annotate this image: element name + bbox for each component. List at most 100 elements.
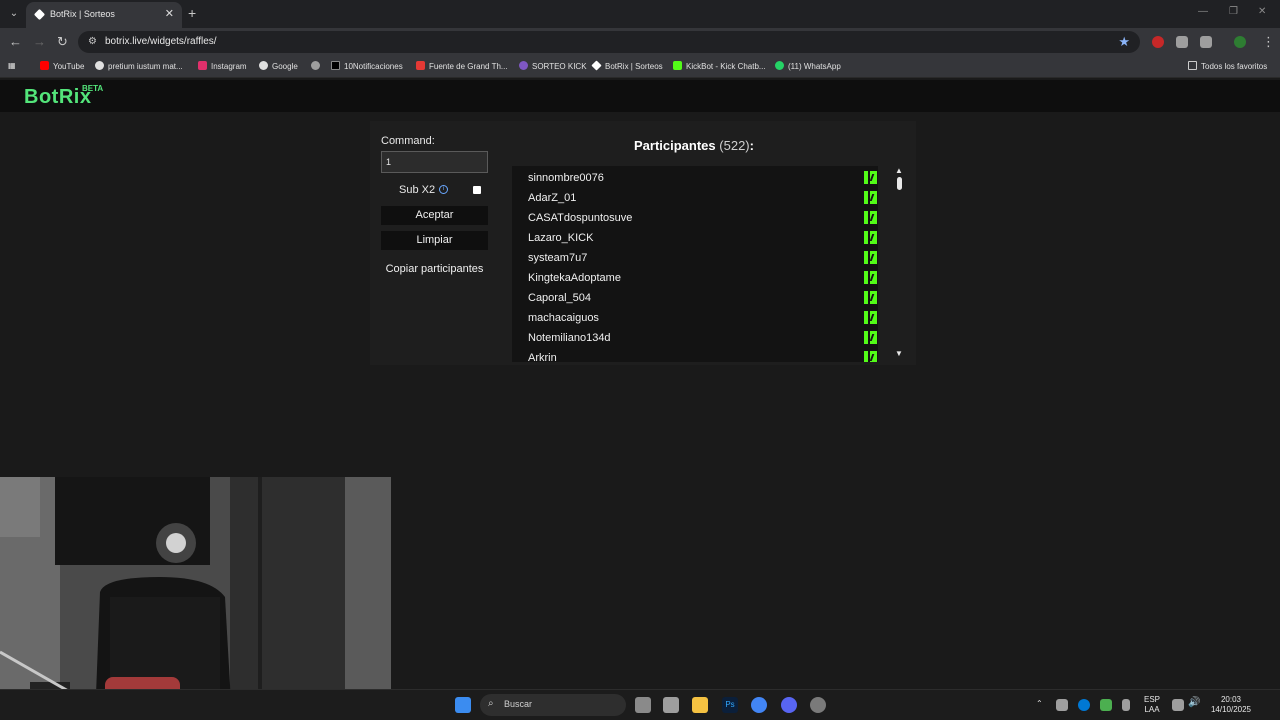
kick-icon — [864, 231, 877, 244]
security-icon[interactable] — [1100, 699, 1112, 711]
command-label: Command: — [381, 135, 435, 147]
list-item: Caporal_504 — [528, 288, 878, 308]
bookmark-sorteo-kick[interactable]: SORTEO KICK — [519, 61, 587, 71]
kick-icon — [864, 331, 877, 344]
kick-icon — [864, 171, 877, 184]
sub-x2-checkbox[interactable] — [473, 186, 481, 194]
maximize-icon[interactable]: ❐ — [1229, 6, 1238, 17]
new-tab-icon[interactable]: + — [188, 5, 196, 21]
app-icon[interactable] — [663, 697, 679, 713]
extension-icon[interactable] — [1152, 36, 1164, 48]
participants-title: Participantes (522): — [634, 138, 754, 153]
windows-start-icon[interactable] — [455, 697, 471, 713]
participant-name: Notemiliano134d — [528, 332, 611, 344]
tab-strip: ⌄ BotRix | Sorteos ✕ + — ❐ ✕ — [0, 0, 1280, 28]
font-icon — [416, 61, 425, 70]
browser-tab[interactable]: BotRix | Sorteos ✕ — [26, 2, 182, 28]
participant-name: systeam7u7 — [528, 252, 588, 264]
onedrive-icon[interactable] — [1078, 699, 1090, 711]
discord-icon[interactable] — [781, 697, 797, 713]
bookmark-star-icon[interactable]: ★ — [1118, 34, 1130, 50]
all-bookmarks[interactable]: Todos los favoritos — [1188, 61, 1267, 71]
photoshop-icon[interactable]: Ps — [722, 697, 738, 713]
scroll-down-arrow-icon[interactable]: ▼ — [895, 349, 903, 358]
bookmark-globe[interactable] — [311, 61, 324, 71]
copy-participants-button[interactable]: Copiar participantes — [381, 260, 488, 279]
accept-button[interactable]: Aceptar — [381, 206, 488, 225]
language-indicator[interactable]: ESP LAA — [1140, 695, 1164, 715]
address-bar[interactable]: ⚙ botrix.live/widgets/raffles/ ★ — [78, 31, 1140, 53]
apps-grid-icon[interactable]: ▦ — [8, 61, 16, 70]
list-item: Arkrin — [528, 348, 878, 362]
clear-button[interactable]: Limpiar — [381, 231, 488, 250]
tray-chevron-icon[interactable]: ⌃ — [1036, 699, 1043, 709]
clock[interactable]: 20:03 14/10/2025 — [1208, 695, 1254, 715]
taskbar-search[interactable]: ⌕ Buscar — [480, 694, 626, 716]
list-item: Notemiliano134d — [528, 328, 878, 348]
task-view-icon[interactable] — [635, 697, 651, 713]
search-placeholder: Buscar — [504, 699, 533, 709]
raffle-panel: Command: Sub X2 i Aceptar Limpiar Copiar… — [370, 121, 916, 365]
participant-name: sinnombre0076 — [528, 172, 604, 184]
kick-icon — [864, 291, 877, 304]
tray-icon[interactable] — [1056, 699, 1068, 711]
list-item: sinnombre0076 — [528, 168, 878, 188]
bookmark-fuente[interactable]: Fuente de Grand Th... — [416, 61, 508, 71]
profile-avatar[interactable] — [1234, 36, 1246, 48]
network-icon[interactable] — [1172, 699, 1184, 711]
bookmark-kickbot[interactable]: KickBot - Kick Chatb... — [673, 61, 766, 71]
participants-list[interactable]: sinnombre0076 AdarZ_01 CASATdospuntosuve… — [512, 166, 878, 362]
kick-icon — [864, 271, 877, 284]
tab-close-icon[interactable]: ✕ — [165, 7, 174, 20]
participant-name: Caporal_504 — [528, 292, 591, 304]
participant-name: Lazaro_KICK — [528, 232, 594, 244]
globe-icon — [311, 61, 320, 70]
whatsapp-icon — [775, 61, 784, 70]
scrollbar-thumb[interactable] — [897, 177, 902, 190]
botrix-favicon-icon — [33, 8, 46, 21]
site-info-icon[interactable]: ⚙ — [88, 36, 100, 48]
forward-icon[interactable]: → — [33, 34, 46, 49]
app-icon[interactable] — [810, 697, 826, 713]
participant-name: machacaiguos — [528, 312, 599, 324]
bookmark-youtube[interactable]: YouTube — [40, 61, 84, 71]
taskbar: ⌕ Buscar Ps ⌃ ESP LAA 🔊 20:03 14/10/2025 — [0, 689, 1280, 720]
extensions-puzzle-icon[interactable] — [1200, 36, 1212, 48]
file-explorer-icon[interactable] — [692, 697, 708, 713]
microphone-icon[interactable] — [1122, 699, 1130, 711]
sorteo-icon — [519, 61, 528, 70]
kickbot-icon — [673, 61, 682, 70]
bookmark-pretium[interactable]: pretium iustum mat... — [95, 61, 183, 71]
list-item: KingtekaAdoptame — [528, 268, 878, 288]
back-icon[interactable]: ← — [9, 34, 22, 49]
chrome-icon[interactable] — [751, 697, 767, 713]
bookmark-botrix[interactable]: BotRix | Sorteos — [591, 60, 663, 71]
menu-kebab-icon[interactable]: ⋮ — [1262, 34, 1275, 50]
url-text: botrix.live/widgets/raffles/ — [105, 36, 217, 47]
google-icon — [95, 61, 104, 70]
bookmark-whatsapp[interactable]: (11) WhatsApp — [775, 61, 841, 71]
webcam-overlay — [0, 477, 391, 720]
bookmark-google[interactable]: Google — [259, 61, 298, 71]
kick-icon — [864, 191, 877, 204]
instagram-icon — [198, 61, 207, 70]
tab-title: BotRix | Sorteos — [50, 9, 115, 19]
bookmark-10notificaciones[interactable]: 10Notificaciones — [331, 61, 403, 71]
reload-icon[interactable]: ↻ — [57, 34, 68, 50]
scroll-up-arrow-icon[interactable]: ▲ — [895, 166, 903, 175]
botrix-icon — [591, 60, 602, 71]
tab-search-icon[interactable]: ⌄ — [6, 6, 22, 22]
list-item: machacaiguos — [528, 308, 878, 328]
info-icon[interactable]: i — [439, 185, 448, 194]
participant-name: Arkrin — [528, 352, 557, 362]
browser-toolbar: ← → ↻ ⚙ botrix.live/widgets/raffles/ ★ ⋮ — [0, 28, 1280, 56]
participant-name: CASATdospuntosuve — [528, 212, 633, 224]
participant-name: AdarZ_01 — [528, 192, 577, 204]
command-input[interactable] — [381, 151, 488, 173]
volume-icon[interactable]: 🔊 — [1188, 698, 1200, 708]
minimize-icon[interactable]: — — [1198, 6, 1208, 17]
bookmark-instagram[interactable]: Instagram — [198, 61, 247, 71]
close-window-icon[interactable]: ✕ — [1258, 6, 1266, 17]
x-icon — [331, 61, 340, 70]
extension-icon[interactable] — [1176, 36, 1188, 48]
